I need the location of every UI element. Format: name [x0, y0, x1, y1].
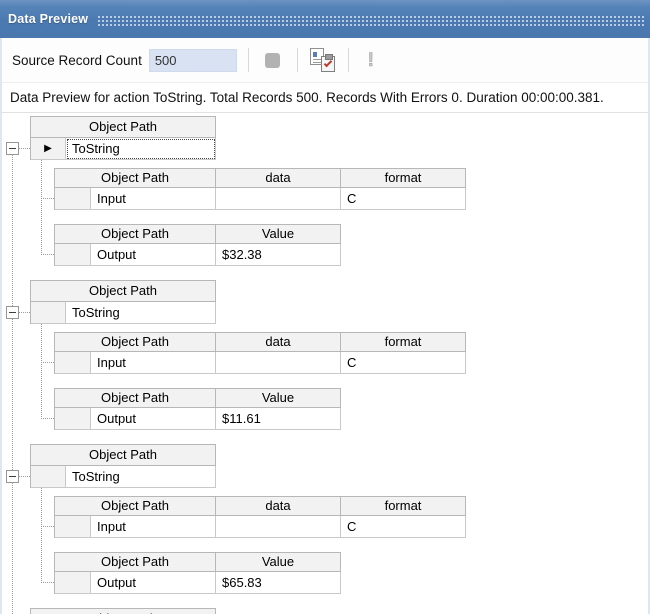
- output-value-cell[interactable]: $32.38: [216, 244, 341, 266]
- panel-title: Data Preview: [8, 12, 89, 26]
- output-value-cell[interactable]: $65.83: [216, 572, 341, 594]
- preview-grid: Object Path ▶ ToString Object Path data …: [2, 112, 648, 614]
- value-header[interactable]: Value: [216, 225, 341, 244]
- output-table: Object Path Value Output $11.61: [54, 388, 341, 430]
- row-selector-cell[interactable]: [55, 516, 91, 538]
- tree-connector: [41, 254, 54, 255]
- object-path-header[interactable]: Object Path: [55, 389, 216, 408]
- group-path-cell[interactable]: ToString: [66, 138, 216, 160]
- toolbar: Source Record Count !: [2, 38, 648, 82]
- stop-button[interactable]: [260, 47, 286, 73]
- record-group: Object Path ▶ ToString Object Path data …: [2, 116, 648, 266]
- tree-connector: [41, 582, 54, 583]
- row-selector-cell[interactable]: ▶: [31, 466, 66, 488]
- data-header[interactable]: data: [216, 497, 341, 516]
- group-path-table: Object Path ▶ ToString: [30, 280, 216, 324]
- object-path-header[interactable]: Object Path: [55, 553, 216, 572]
- group-path-table: Object Path ▶ ToString: [30, 444, 216, 488]
- tree-connector: [19, 148, 30, 149]
- value-header[interactable]: Value: [216, 389, 341, 408]
- source-record-count-label: Source Record Count: [12, 52, 142, 68]
- object-path-header[interactable]: Object Path: [55, 333, 216, 352]
- tree-child-line: [41, 488, 42, 583]
- input-table: Object Path data format Input C: [54, 496, 466, 538]
- input-data-cell[interactable]: [216, 516, 341, 538]
- red-check-icon: [323, 58, 333, 68]
- status-text: Data Preview for action ToString. Total …: [10, 90, 604, 105]
- input-data-cell[interactable]: [216, 188, 341, 210]
- input-label-cell[interactable]: Input: [91, 516, 216, 538]
- group-path-table: Object Path ▶ ToString: [30, 116, 216, 160]
- format-header[interactable]: format: [341, 497, 466, 516]
- titlebar-grip-dots[interactable]: [97, 13, 644, 27]
- input-data-cell[interactable]: [216, 352, 341, 374]
- tree-connector: [41, 198, 54, 199]
- toolbar-separator: [296, 48, 298, 72]
- tree-connector: [41, 526, 54, 527]
- partial-next-group-header: Object Path: [30, 608, 216, 614]
- tree-connector: [41, 418, 54, 419]
- row-selector-cell[interactable]: [55, 352, 91, 374]
- data-header[interactable]: data: [216, 333, 341, 352]
- input-format-cell[interactable]: C: [341, 516, 466, 538]
- object-path-header[interactable]: Object Path: [55, 169, 216, 188]
- input-table: Object Path data format Input C: [54, 332, 466, 374]
- tree-child-line: [41, 324, 42, 419]
- object-path-header[interactable]: Object Path: [55, 225, 216, 244]
- collapse-expander-button[interactable]: [6, 306, 19, 319]
- row-selector-cell[interactable]: [55, 572, 91, 594]
- tree-connector: [19, 476, 30, 477]
- tree-connector: [41, 362, 54, 363]
- tree-child-line: [41, 160, 42, 255]
- object-path-header[interactable]: Object Path: [31, 281, 216, 302]
- input-table: Object Path data format Input C: [54, 168, 466, 210]
- object-path-header[interactable]: Object Path: [55, 497, 216, 516]
- object-path-header[interactable]: Object Path: [31, 445, 216, 466]
- output-label-cell[interactable]: Output: [91, 244, 216, 266]
- row-selector-cell[interactable]: ▶: [31, 302, 66, 324]
- row-selector-cell[interactable]: [55, 244, 91, 266]
- output-table: Object Path Value Output $32.38: [54, 224, 341, 266]
- output-value-cell[interactable]: $11.61: [216, 408, 341, 430]
- object-path-header[interactable]: Object Path: [31, 117, 216, 138]
- input-label-cell[interactable]: Input: [91, 188, 216, 210]
- panel-titlebar[interactable]: Data Preview: [0, 0, 650, 38]
- group-path-cell[interactable]: ToString: [66, 466, 216, 488]
- object-path-header[interactable]: Object Path: [31, 609, 216, 614]
- toolbar-separator: [247, 48, 249, 72]
- input-format-cell[interactable]: C: [341, 188, 466, 210]
- data-preview-panel: Data Preview Source Record Count !: [0, 0, 650, 614]
- input-format-cell[interactable]: C: [341, 352, 466, 374]
- output-label-cell[interactable]: Output: [91, 572, 216, 594]
- current-row-arrow-icon: ▶: [44, 142, 52, 154]
- row-selector-cell[interactable]: [55, 188, 91, 210]
- exclamation-icon: !: [367, 49, 374, 71]
- value-header[interactable]: Value: [216, 553, 341, 572]
- collapse-expander-button[interactable]: [6, 142, 19, 155]
- format-header[interactable]: format: [341, 169, 466, 188]
- record-group: Object Path ▶ ToString Object Path data …: [2, 280, 648, 430]
- tree-connector: [19, 312, 30, 313]
- output-label-cell[interactable]: Output: [91, 408, 216, 430]
- clipboard-icon: [320, 54, 335, 72]
- warning-button[interactable]: !: [360, 47, 382, 73]
- stop-icon: [265, 52, 281, 68]
- data-header[interactable]: data: [216, 169, 341, 188]
- output-table: Object Path Value Output $65.83: [54, 552, 341, 594]
- record-group: Object Path ▶ ToString Object Path data …: [2, 444, 648, 594]
- status-line: Data Preview for action ToString. Total …: [2, 82, 648, 112]
- row-selector-cell[interactable]: ▶: [31, 138, 66, 160]
- row-selector-cell[interactable]: [55, 408, 91, 430]
- panel-body: Source Record Count ! Data Preview for a…: [0, 38, 650, 614]
- record-groups: Object Path ▶ ToString Object Path data …: [2, 116, 648, 594]
- source-record-count-input[interactable]: [148, 48, 237, 72]
- collapse-expander-button[interactable]: [6, 470, 19, 483]
- toolbar-separator: [347, 48, 349, 72]
- validate-button[interactable]: [309, 47, 337, 73]
- format-header[interactable]: format: [341, 333, 466, 352]
- group-path-cell[interactable]: ToString: [66, 302, 216, 324]
- input-label-cell[interactable]: Input: [91, 352, 216, 374]
